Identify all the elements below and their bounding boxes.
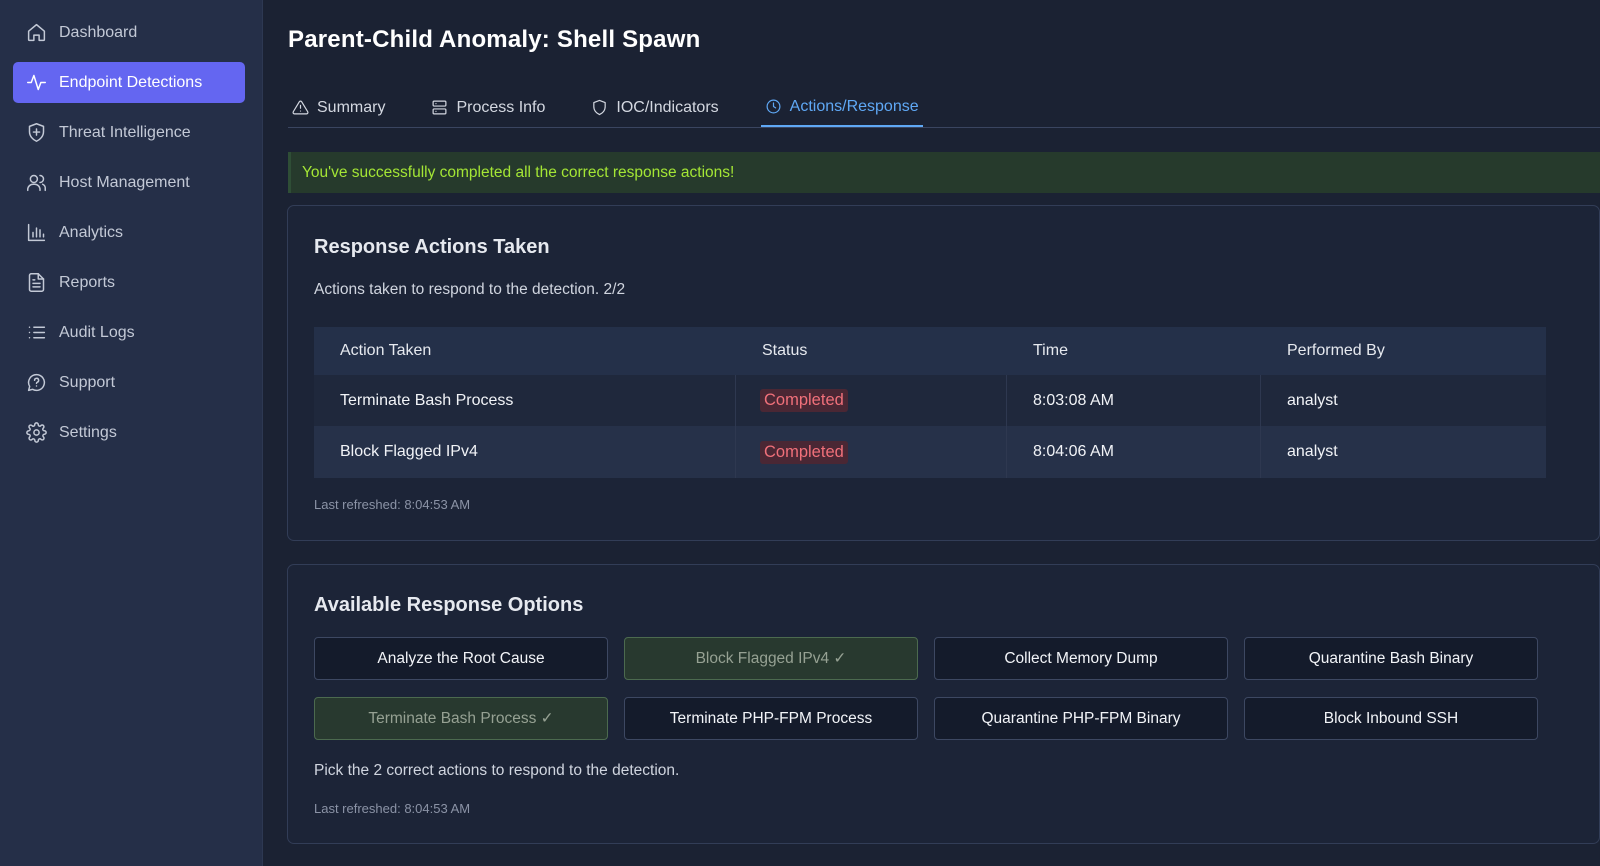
success-banner: You've successfully completed all the co… [288, 152, 1600, 193]
list-icon [25, 322, 47, 344]
warning-triangle-icon [292, 99, 309, 116]
sidebar-item-analytics[interactable]: Analytics [13, 212, 245, 253]
block-flagged-ipv4-button[interactable]: Block Flagged IPv4 ✓ [624, 637, 918, 680]
sidebar-item-endpoint-detections[interactable]: Endpoint Detections [13, 62, 245, 103]
table-row: Terminate Bash Process Completed 8:03:08… [314, 375, 1546, 426]
tab-summary[interactable]: Summary [288, 88, 389, 127]
action-cell: Block Flagged IPv4 [314, 426, 736, 478]
table-row: Block Flagged IPv4 Completed 8:04:06 AM … [314, 426, 1546, 478]
tab-label: IOC/Indicators [616, 98, 719, 116]
sidebar-item-threat-intelligence[interactable]: Threat Intelligence [13, 112, 245, 153]
tab-label: Actions/Response [789, 97, 919, 115]
actions-table: Action Taken Status Time Performed By Te… [314, 327, 1546, 478]
analyze-root-cause-button[interactable]: Analyze the Root Cause [314, 637, 608, 680]
sidebar-item-label: Settings [59, 423, 117, 441]
block-inbound-ssh-button[interactable]: Block Inbound SSH [1244, 697, 1538, 740]
sidebar-item-label: Host Management [59, 173, 190, 191]
card-subtitle: Actions taken to respond to the detectio… [314, 281, 626, 298]
chat-help-icon [25, 372, 47, 394]
terminate-bash-process-button[interactable]: Terminate Bash Process ✓ [314, 697, 608, 740]
clock-icon [765, 98, 782, 115]
activity-icon [25, 72, 47, 94]
sidebar-item-dashboard[interactable]: Dashboard [13, 12, 245, 53]
status-badge: Completed [760, 389, 848, 412]
status-cell: Completed [736, 375, 1007, 426]
file-text-icon [25, 272, 47, 294]
shield-icon [591, 99, 608, 116]
sidebar-item-label: Dashboard [59, 23, 138, 41]
sidebar-item-label: Audit Logs [59, 323, 135, 341]
column-header: Status [762, 342, 808, 359]
options-grid: Analyze the Root Cause Block Flagged IPv… [314, 637, 1538, 740]
bar-chart-icon [25, 222, 47, 244]
sidebar-item-label: Threat Intelligence [59, 123, 191, 141]
tab-bar: Summary Process Info IOC/Indicators Acti… [288, 88, 1600, 128]
response-actions-card: Response Actions Taken Actions taken to … [287, 205, 1600, 541]
shield-plus-icon [25, 122, 47, 144]
column-header: Time [1033, 342, 1068, 359]
response-options-card: Available Response Options Analyze the R… [287, 564, 1600, 844]
table-header: Action Taken Status Time Performed By [314, 327, 1546, 375]
quarantine-bash-binary-button[interactable]: Quarantine Bash Binary [1244, 637, 1538, 680]
quarantine-php-fpm-binary-button[interactable]: Quarantine PHP-FPM Binary [934, 697, 1228, 740]
performed-by-cell: analyst [1287, 391, 1338, 409]
tab-ioc-indicators[interactable]: IOC/Indicators [587, 88, 722, 127]
tab-actions-response[interactable]: Actions/Response [760, 88, 923, 127]
home-icon [25, 22, 47, 44]
users-icon [25, 172, 47, 194]
sidebar-item-settings[interactable]: Settings [13, 412, 245, 453]
gear-icon [25, 422, 47, 444]
sidebar-item-label: Endpoint Detections [59, 73, 203, 91]
time-cell: 8:03:08 AM [1007, 375, 1261, 426]
page-title: Parent-Child Anomaly: Shell Spawn [288, 26, 701, 53]
sidebar-item-reports[interactable]: Reports [13, 262, 245, 303]
collect-memory-dump-button[interactable]: Collect Memory Dump [934, 637, 1228, 680]
action-cell: Terminate Bash Process [314, 375, 736, 426]
terminate-php-fpm-process-button[interactable]: Terminate PHP-FPM Process [624, 697, 918, 740]
card-title: Available Response Options [314, 594, 584, 616]
sidebar-item-label: Support [59, 373, 116, 391]
time-cell: 8:04:06 AM [1007, 426, 1261, 478]
status-cell: Completed [736, 426, 1007, 478]
sidebar: Dashboard Endpoint Detections Threat Int… [0, 0, 263, 866]
performed-by-cell: analyst [1287, 443, 1338, 460]
server-icon [431, 99, 448, 116]
last-refreshed: Last refreshed: 8:04:53 AM [314, 497, 471, 512]
column-header: Action Taken [340, 342, 432, 359]
sidebar-item-support[interactable]: Support [13, 362, 245, 403]
main-content: Parent-Child Anomaly: Shell Spawn Summar… [264, 0, 1600, 866]
tab-label: Summary [317, 98, 386, 116]
options-hint: Pick the 2 correct actions to respond to… [314, 762, 680, 779]
sidebar-item-label: Reports [59, 273, 116, 291]
sidebar-item-host-management[interactable]: Host Management [13, 162, 245, 203]
tab-label: Process Info [456, 98, 546, 116]
column-header: Performed By [1287, 342, 1385, 359]
last-refreshed: Last refreshed: 8:04:53 AM [314, 801, 471, 816]
tab-process-info[interactable]: Process Info [427, 88, 549, 127]
status-badge: Completed [760, 440, 848, 464]
sidebar-item-audit-logs[interactable]: Audit Logs [13, 312, 245, 353]
sidebar-item-label: Analytics [59, 223, 124, 241]
card-title: Response Actions Taken [314, 236, 550, 258]
